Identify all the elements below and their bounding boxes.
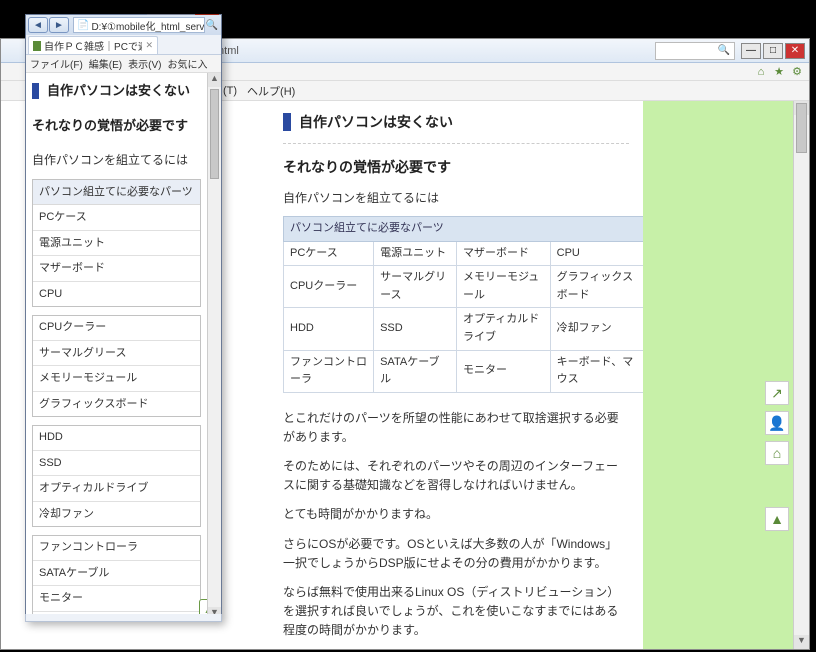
favicon-icon: [33, 41, 41, 51]
home-icon[interactable]: ⌂: [755, 66, 767, 78]
close-button[interactable]: [785, 43, 805, 59]
star-icon[interactable]: ★: [773, 66, 785, 78]
mobile-article: 自作パソコンは安くない それなりの覚悟が必要です 自作パソコンを組立てるには パ…: [26, 73, 207, 621]
parts-cell: 電源ユニット: [374, 241, 457, 266]
article-paragraph: さらにOSが必要です。OSといえば大多数の人が「Windows」一択でしょうから…: [283, 535, 629, 573]
parts-table: パソコン組立てに必要なパーツ PCケース電源ユニットマザーボードCPU CPUクー…: [283, 216, 643, 393]
menu-help[interactable]: ヘルプ(H): [247, 83, 295, 99]
parts-cell: SSD: [374, 308, 457, 350]
article-main: 自作パソコンは安くない それなりの覚悟が必要です 自作パソコンを組立てるには パ…: [223, 101, 643, 649]
front-tabbar: 自作ＰＣ雑感｜PCで遊ん... ✕: [26, 35, 221, 55]
mobile-heading: 自作パソコンは安くない: [32, 81, 201, 101]
maximize-button[interactable]: [763, 43, 783, 59]
menu-fav[interactable]: お気に入: [167, 56, 207, 71]
mobile-parts-cell: HDD: [33, 425, 200, 451]
front-menubar: ファイル(F) 編集(E) 表示(V) お気に入: [26, 55, 221, 73]
parts-cell: キーボード、マウス: [550, 350, 643, 392]
mobile-subhead: それなりの覚悟が必要です: [32, 117, 201, 135]
article-paragraph: ならば無料で使用出来るLinux OS（ディストリビューション）を選択すれば良い…: [283, 583, 629, 641]
article-subhead: それなりの覚悟が必要です: [283, 156, 629, 178]
scroll-down-icon[interactable]: ▼: [794, 635, 809, 649]
menu-t[interactable]: (T): [223, 85, 237, 97]
menu-edit[interactable]: 編集(E): [89, 56, 122, 71]
scroll-top-icon[interactable]: ▲: [765, 507, 789, 531]
tab-title: 自作ＰＣ雑感｜PCで遊ん...: [44, 38, 142, 53]
mobile-parts-cell: CPU: [33, 282, 200, 308]
mobile-page-title: 自作パソコンは安くない: [47, 81, 190, 101]
search-icon[interactable]: 🔍: [718, 45, 730, 56]
heading-accent: [32, 83, 39, 99]
parts-cell: CPU: [550, 241, 643, 266]
tab-close-icon[interactable]: ✕: [145, 40, 153, 51]
share-icon[interactable]: ↗: [765, 381, 789, 405]
mobile-parts-cell: サーマルグリース: [33, 341, 200, 367]
mobile-parts-cell: SSD: [33, 451, 200, 477]
parts-cell: サーマルグリース: [374, 266, 457, 308]
article-paragraph: とこれだけのパーツを所望の性能にあわせて取捨選択する必要があります。: [283, 409, 629, 447]
nav-back-icon[interactable]: ◄: [28, 17, 48, 33]
mobile-parts-cell: 電源ユニット: [33, 231, 200, 257]
front-titlebar: ◄ ► 📄 D:¥①mobile化_html_serve 🔍: [26, 15, 221, 35]
search-icon[interactable]: 🔍: [205, 20, 219, 31]
mobile-table-caption: パソコン組立てに必要なパーツ: [33, 180, 200, 206]
heading-accent: [283, 113, 291, 131]
article-paragraph: とても時間がかかりますね。: [283, 505, 629, 524]
back-scrollbar[interactable]: ▲ ▼: [793, 101, 809, 649]
mobile-parts-cell: モニター: [33, 586, 200, 612]
mobile-parts-cell: 冷却ファン: [33, 502, 200, 528]
folder-icon: 📄: [77, 20, 89, 31]
parts-cell: マザーボード: [456, 241, 550, 266]
article-heading: 自作パソコンは安くない: [283, 111, 629, 133]
user-icon[interactable]: 👤: [765, 411, 789, 435]
right-sidebar: ↗ 👤 ⌂ ▲: [643, 101, 793, 649]
parts-cell: PCケース: [284, 241, 374, 266]
parts-cell: SATAケーブル: [374, 350, 457, 392]
menu-view[interactable]: 表示(V): [128, 56, 161, 71]
front-scrollbar[interactable]: ▲ ▼: [207, 73, 221, 621]
mobile-parts-cell: グラフィックスボード: [33, 392, 200, 418]
mobile-parts-cell: ファンコントローラ: [33, 535, 200, 561]
mobile-parts-cell: メモリーモジュール: [33, 366, 200, 392]
browser-tab[interactable]: 自作ＰＣ雑感｜PCで遊ん... ✕: [28, 36, 158, 54]
mobile-parts-table: パソコン組立てに必要なパーツ PCケース電源ユニットマザーボードCPU CPUクー…: [32, 179, 201, 621]
front-browser-window: — □ ✕ ◄ ► 📄 D:¥①mobile化_html_serve 🔍 自作Ｐ…: [25, 14, 222, 622]
front-statusbar: [25, 614, 222, 622]
parts-cell: 冷却ファン: [550, 308, 643, 350]
minimize-button[interactable]: [741, 43, 761, 59]
article-paragraph: そのためには、それぞれのパーツやその周辺のインターフェースに関する基礎知識などを…: [283, 457, 629, 495]
parts-cell: CPUクーラー: [284, 266, 374, 308]
article-lead: 自作パソコンを組立てるには: [283, 189, 629, 208]
parts-table-caption: パソコン組立てに必要なパーツ: [284, 216, 644, 241]
parts-cell: グラフィックスボード: [550, 266, 643, 308]
menu-file[interactable]: ファイル(F): [30, 56, 83, 71]
home-icon[interactable]: ⌂: [765, 441, 789, 465]
scroll-thumb[interactable]: [796, 103, 807, 153]
mobile-lead: 自作パソコンを組立てるには: [32, 151, 201, 169]
mobile-parts-cell: SATAケーブル: [33, 561, 200, 587]
mobile-parts-cell: オプティカルドライブ: [33, 476, 200, 502]
front-address-text: D:¥①mobile化_html_serve: [91, 18, 205, 33]
page-title: 自作パソコンは安くない: [299, 111, 453, 133]
front-address-bar[interactable]: 📄 D:¥①mobile化_html_serve: [73, 17, 205, 33]
scroll-up-icon[interactable]: ▲: [208, 73, 221, 87]
nav-forward-icon[interactable]: ►: [49, 17, 69, 33]
scroll-thumb[interactable]: [210, 89, 219, 179]
parts-cell: メモリーモジュール: [456, 266, 550, 308]
back-search-box[interactable]: 🔍: [655, 42, 735, 60]
parts-cell: モニター: [456, 350, 550, 392]
mobile-parts-cell: CPUクーラー: [33, 315, 200, 341]
parts-cell: ファンコントローラ: [284, 350, 374, 392]
gear-icon[interactable]: ⚙: [791, 66, 803, 78]
mobile-parts-cell: PCケース: [33, 205, 200, 231]
parts-cell: オプティカルドライブ: [456, 308, 550, 350]
parts-cell: HDD: [284, 308, 374, 350]
mobile-parts-cell: マザーボード: [33, 256, 200, 282]
